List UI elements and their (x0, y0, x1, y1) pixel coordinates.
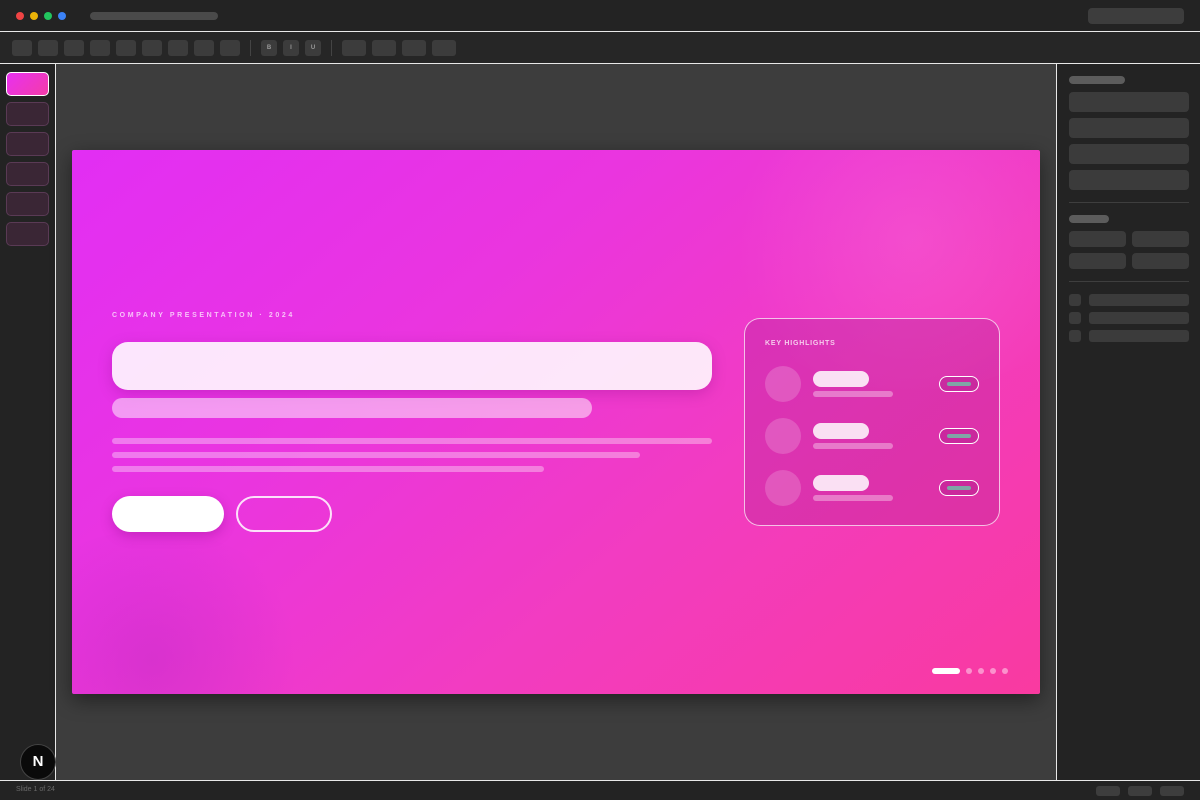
highlight-subtitle-placeholder (813, 443, 893, 449)
key-highlights-title: KEY HIGHLIGHTS (765, 340, 836, 347)
toolbar-divider (331, 40, 332, 56)
property-checkbox[interactable] (1069, 312, 1081, 324)
share-button[interactable] (1088, 8, 1184, 24)
highlight-title-placeholder (813, 475, 869, 491)
document-title-placeholder (90, 12, 218, 20)
property-option[interactable] (1089, 294, 1189, 306)
slide-eyebrow-text: COMPANY PRESENTATION · 2024 (112, 312, 295, 319)
toolbar-button-11[interactable] (372, 40, 396, 56)
bold-button[interactable]: B (261, 40, 277, 56)
property-field-half[interactable] (1069, 253, 1126, 269)
slide-headline-placeholder[interactable] (112, 342, 712, 390)
minimize-window-button[interactable] (30, 12, 38, 20)
panel-divider (1069, 281, 1189, 282)
property-field[interactable] (1069, 170, 1189, 190)
highlight-icon (765, 418, 801, 454)
window-extra-button[interactable] (58, 12, 66, 20)
italic-button[interactable]: I (283, 40, 299, 56)
highlight-icon (765, 366, 801, 402)
highlight-badge[interactable] (939, 428, 979, 444)
toolbar-button-5[interactable] (116, 40, 136, 56)
toolbar-button-8[interactable] (194, 40, 214, 56)
toolbar-divider (250, 40, 251, 56)
toolbar-button-6[interactable] (142, 40, 162, 56)
toolbar-button-3[interactable] (64, 40, 84, 56)
presentation-app: B I U COMPANY PRESENTATION · 2024 KEY HI… (0, 0, 1200, 800)
badge-value-placeholder (947, 486, 971, 490)
slide-background-glow (72, 530, 312, 694)
panel-divider (1069, 202, 1189, 203)
toolbar-button-1[interactable] (12, 40, 32, 56)
property-option[interactable] (1089, 330, 1189, 342)
slide-primary-cta-button[interactable] (112, 496, 224, 532)
property-field[interactable] (1069, 144, 1189, 164)
app-logo-icon[interactable]: N (20, 744, 56, 780)
toolbar-button-12[interactable] (402, 40, 426, 56)
status-button[interactable] (1160, 786, 1184, 796)
highlight-icon (765, 470, 801, 506)
slide-secondary-cta-button[interactable] (236, 496, 332, 532)
toolbar-button-10[interactable] (342, 40, 366, 56)
slide-thumbnail[interactable] (6, 222, 49, 246)
toolbar-button-7[interactable] (168, 40, 188, 56)
property-field[interactable] (1069, 118, 1189, 138)
highlight-badge[interactable] (939, 480, 979, 496)
key-highlights-card[interactable]: KEY HIGHLIGHTS (744, 318, 1000, 526)
toolbar-button-2[interactable] (38, 40, 58, 56)
slide-body-line (112, 466, 544, 472)
slide-canvas: COMPANY PRESENTATION · 2024 KEY HIGHLIGH… (56, 64, 1056, 780)
pagination-dot[interactable] (990, 668, 996, 674)
toolbar: B I U (0, 32, 1200, 64)
slide-thumbnails-panel (0, 64, 56, 780)
badge-value-placeholder (947, 434, 971, 438)
properties-section-label (1069, 215, 1109, 223)
slide-thumbnail[interactable] (6, 102, 49, 126)
slide-thumbnail[interactable] (6, 162, 49, 186)
property-checkbox[interactable] (1069, 330, 1081, 342)
pagination-dot[interactable] (966, 668, 972, 674)
pagination-dot-active[interactable] (932, 668, 960, 674)
slide[interactable]: COMPANY PRESENTATION · 2024 KEY HIGHLIGH… (72, 150, 1040, 694)
property-field-half[interactable] (1069, 231, 1126, 247)
status-bar: Slide 1 of 24 (0, 780, 1200, 800)
property-option[interactable] (1089, 312, 1189, 324)
slide-thumbnail[interactable] (6, 132, 49, 156)
highlight-subtitle-placeholder (813, 495, 893, 501)
slide-thumbnail[interactable] (6, 192, 49, 216)
highlight-subtitle-placeholder (813, 391, 893, 397)
property-field-half[interactable] (1132, 231, 1189, 247)
maximize-window-button[interactable] (44, 12, 52, 20)
pagination-dot[interactable] (1002, 668, 1008, 674)
highlight-title-placeholder (813, 371, 869, 387)
slide-position-text: Slide 1 of 24 (16, 786, 55, 793)
pagination-dot[interactable] (978, 668, 984, 674)
close-window-button[interactable] (16, 12, 24, 20)
underline-button[interactable]: U (305, 40, 321, 56)
status-button[interactable] (1096, 786, 1120, 796)
properties-section-label (1069, 76, 1125, 84)
badge-value-placeholder (947, 382, 971, 386)
toolbar-button-4[interactable] (90, 40, 110, 56)
slide-thumbnail-active[interactable] (6, 72, 49, 96)
title-bar (0, 0, 1200, 32)
status-button[interactable] (1128, 786, 1152, 796)
property-field[interactable] (1069, 92, 1189, 112)
slide-body-line (112, 438, 712, 444)
toolbar-button-9[interactable] (220, 40, 240, 56)
toolbar-button-13[interactable] (432, 40, 456, 56)
slide-subheadline-placeholder[interactable] (112, 398, 592, 418)
slide-body-line (112, 452, 640, 458)
highlight-badge[interactable] (939, 376, 979, 392)
property-checkbox[interactable] (1069, 294, 1081, 306)
property-field-half[interactable] (1132, 253, 1189, 269)
properties-panel (1056, 64, 1200, 780)
highlight-title-placeholder (813, 423, 869, 439)
